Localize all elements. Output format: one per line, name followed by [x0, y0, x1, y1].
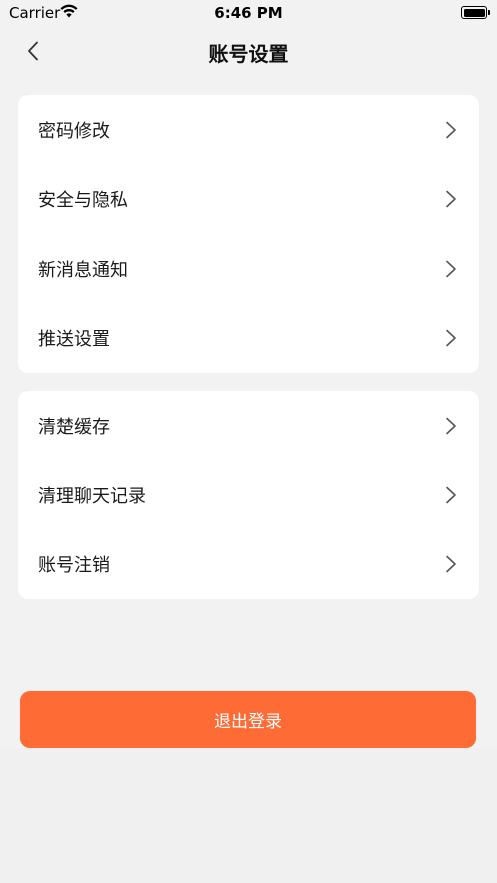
bottom-area [0, 748, 497, 883]
page-title: 账号设置 [208, 42, 289, 66]
row-label: 清理聊天记录 [38, 485, 146, 507]
row-label: 密码修改 [38, 120, 110, 142]
chevron-right-icon [446, 190, 456, 208]
chevron-right-icon [446, 555, 456, 573]
row-push-settings[interactable]: 推送设置 [18, 304, 479, 374]
row-label: 账号注销 [38, 555, 110, 577]
row-label: 推送设置 [38, 329, 110, 351]
row-password-change[interactable]: 密码修改 [18, 95, 479, 165]
chevron-right-icon [446, 121, 456, 139]
chevron-right-icon [446, 260, 456, 278]
status-bar: Carrier 6:46 PM [0, 0, 497, 26]
row-label: 安全与隐私 [38, 190, 128, 212]
settings-group-1: 密码修改 安全与隐私 新消息通知 推送设置 [18, 95, 479, 373]
row-clear-chat-history[interactable]: 清理聊天记录 [18, 460, 479, 529]
chevron-right-icon [446, 417, 456, 434]
battery-fill [463, 8, 485, 17]
battery-icon [461, 6, 490, 19]
account-settings-screen: Carrier 6:46 PM 账号设置 密码修改 安全与隐私 新消息通知 推送… [0, 0, 497, 883]
row-label: 清楚缓存 [38, 416, 110, 438]
nav-bar: 账号设置 [0, 26, 497, 76]
status-time: 6:46 PM [214, 4, 283, 22]
row-new-message-notification[interactable]: 新消息通知 [18, 234, 479, 304]
settings-group-2: 清楚缓存 清理聊天记录 账号注销 [18, 391, 479, 599]
chevron-right-icon [446, 486, 456, 504]
row-label: 新消息通知 [38, 259, 128, 281]
row-security-privacy[interactable]: 安全与隐私 [18, 165, 479, 235]
row-account-deletion[interactable]: 账号注销 [18, 530, 479, 599]
chevron-right-icon [446, 329, 456, 347]
row-clear-cache[interactable]: 清楚缓存 [18, 391, 479, 460]
logout-button[interactable]: 退出登录 [20, 691, 476, 748]
